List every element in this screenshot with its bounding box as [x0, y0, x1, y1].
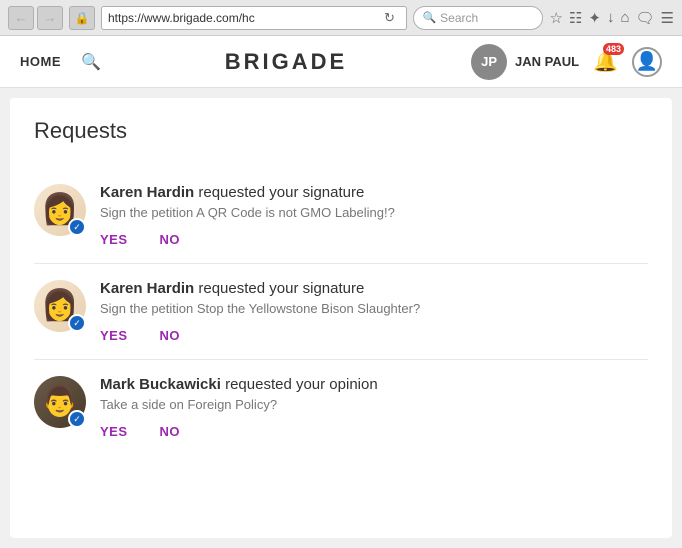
request-subtitle-1: Sign the petition A QR Code is not GMO L… — [100, 205, 648, 220]
request-content-2: Karen Hardin requested your signature Si… — [100, 280, 648, 343]
requester-name-1: Karen Hardin — [100, 184, 194, 201]
request-subtitle-2: Sign the petition Stop the Yellowstone B… — [100, 301, 648, 316]
no-button-1[interactable]: NO — [160, 232, 181, 247]
pocket-icon[interactable]: ✦ — [588, 9, 601, 27]
verified-badge-1: ✓ — [68, 218, 86, 236]
security-icon: 🔒 — [69, 6, 95, 30]
forward-button[interactable]: → — [37, 6, 63, 30]
profile-icon[interactable]: 👤 — [632, 47, 662, 77]
yes-button-1[interactable]: YES — [100, 232, 128, 247]
request-actions-3: YES NO — [100, 424, 648, 439]
site-logo: BRIGADE — [121, 49, 451, 75]
chat-icon[interactable]: 🗨 — [636, 9, 655, 27]
request-content-1: Karen Hardin requested your signature Si… — [100, 184, 648, 247]
request-content-3: Mark Buckawicki requested your opinion T… — [100, 376, 648, 439]
user-info: JP JAN PAUL — [471, 44, 579, 80]
browser-search-icon: 🔍 — [422, 11, 436, 24]
request-item-3: ✓ Mark Buckawicki requested your opinion… — [34, 360, 648, 455]
browser-search-bar[interactable]: 🔍 Search — [413, 6, 543, 30]
home-icon[interactable]: ⌂ — [620, 9, 629, 26]
download-icon[interactable]: ↓ — [607, 9, 615, 26]
reader-icon[interactable]: ☷ — [569, 9, 582, 27]
back-button[interactable]: ← — [8, 6, 34, 30]
request-action-3: requested your opinion — [225, 376, 378, 393]
notification-badge: 483 — [603, 43, 624, 55]
request-title-2: Karen Hardin requested your signature — [100, 280, 648, 297]
url-bar[interactable]: https://www.brigade.com/hc ↻ — [101, 6, 407, 30]
yes-button-3[interactable]: YES — [100, 424, 128, 439]
page-title: Requests — [34, 118, 648, 144]
avatar-wrap-1: ✓ — [34, 184, 86, 236]
browser-search-text: Search — [440, 11, 478, 25]
user-name: JAN PAUL — [515, 54, 579, 69]
avatar-wrap-2: ✓ — [34, 280, 86, 332]
notification-bell-wrap[interactable]: 🔔 483 — [593, 49, 618, 74]
header-right: JP JAN PAUL 🔔 483 👤 — [471, 44, 662, 80]
yes-button-2[interactable]: YES — [100, 328, 128, 343]
request-action-1: requested your signature — [198, 184, 364, 201]
requester-name-3: Mark Buckawicki — [100, 376, 221, 393]
no-button-3[interactable]: NO — [160, 424, 181, 439]
request-subtitle-3: Take a side on Foreign Policy? — [100, 397, 648, 412]
request-item-2: ✓ Karen Hardin requested your signature … — [34, 264, 648, 360]
user-avatar[interactable]: JP — [471, 44, 507, 80]
site-header: HOME 🔍 BRIGADE JP JAN PAUL 🔔 483 👤 — [0, 36, 682, 88]
requester-name-2: Karen Hardin — [100, 280, 194, 297]
star-icon[interactable]: ☆ — [549, 9, 562, 27]
no-button-2[interactable]: NO — [160, 328, 181, 343]
header-search-icon[interactable]: 🔍 — [81, 52, 101, 72]
request-title-3: Mark Buckawicki requested your opinion — [100, 376, 648, 393]
verified-badge-2: ✓ — [68, 314, 86, 332]
reload-button[interactable]: ↻ — [378, 7, 400, 29]
url-text: https://www.brigade.com/hc — [108, 11, 372, 25]
request-actions-2: YES NO — [100, 328, 648, 343]
request-item: ✓ Karen Hardin requested your signature … — [34, 168, 648, 264]
request-action-2: requested your signature — [198, 280, 364, 297]
home-link[interactable]: HOME — [20, 54, 61, 69]
menu-icon[interactable]: ☰ — [661, 9, 674, 27]
main-content: Requests ✓ Karen Hardin requested your s… — [10, 98, 672, 538]
verified-badge-3: ✓ — [68, 410, 86, 428]
request-title-1: Karen Hardin requested your signature — [100, 184, 648, 201]
browser-chrome: ← → 🔒 https://www.brigade.com/hc ↻ 🔍 Sea… — [0, 0, 682, 36]
avatar-wrap-3: ✓ — [34, 376, 86, 428]
request-actions-1: YES NO — [100, 232, 648, 247]
